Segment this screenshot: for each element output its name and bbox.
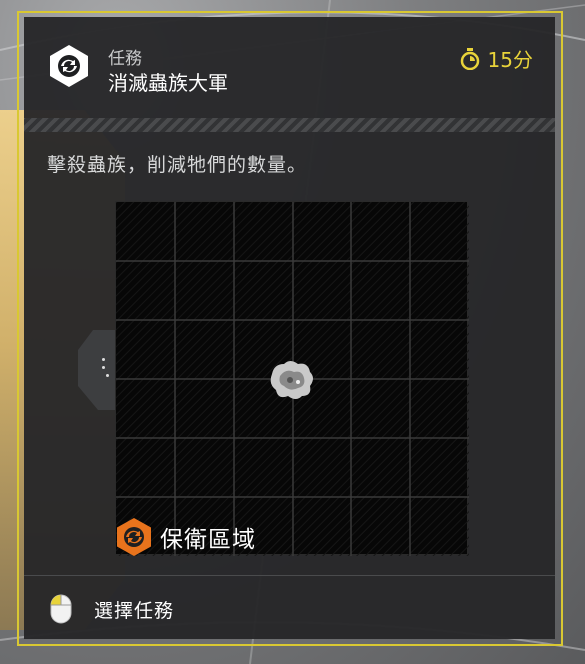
footer-divider xyxy=(24,575,555,576)
footer-action[interactable]: 選擇任務 xyxy=(50,594,174,624)
mouse-left-click-icon xyxy=(50,594,72,624)
mission-description: 擊殺蟲族，削減牠們的數量。 xyxy=(47,154,308,176)
timer-value: 15分 xyxy=(487,48,533,72)
stopwatch-icon xyxy=(460,47,479,70)
defend-zone-label: 保衛區域 xyxy=(114,517,256,557)
select-mission-label: 選擇任務 xyxy=(94,599,175,622)
mission-map[interactable] xyxy=(115,201,469,556)
map-grid xyxy=(116,202,469,556)
defend-zone-text: 保衛區域 xyxy=(160,527,256,553)
mission-kicker: 任務 xyxy=(108,49,142,69)
mission-header: 任務 消滅蟲族大軍 15分 xyxy=(24,17,555,117)
defend-zone-icon xyxy=(117,518,151,556)
mission-title: 消滅蟲族大軍 xyxy=(108,71,228,95)
mission-hex-icon xyxy=(50,45,88,87)
header-stripe-divider xyxy=(24,118,555,132)
mission-timer: 15分 xyxy=(460,44,533,73)
